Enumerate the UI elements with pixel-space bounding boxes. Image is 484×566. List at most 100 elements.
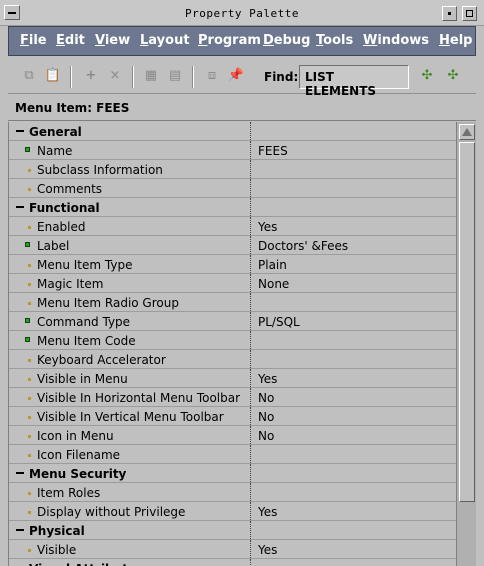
default-property-icon <box>28 416 31 419</box>
property-label: Menu Item Code <box>37 334 136 348</box>
changed-property-icon <box>25 242 30 247</box>
default-property-icon <box>28 302 31 305</box>
property-label: General <box>29 125 82 139</box>
collapse-icon[interactable] <box>16 130 24 132</box>
property-value[interactable]: None <box>258 277 289 291</box>
menu-bar: File Edit View Layout Program Debug Tools Windo… <box>8 26 476 56</box>
menu-label-rest: ools <box>323 33 354 48</box>
property-row[interactable]: Label Doctors' &Fees <box>9 236 456 255</box>
menu-label-rest: ayout <box>148 33 190 48</box>
title-bar: Property Palette <box>0 0 484 26</box>
property-row[interactable]: Enabled Yes <box>9 217 456 236</box>
menu-edit[interactable]: Edit <box>56 33 85 48</box>
property-row[interactable]: Subclass Information <box>9 160 456 179</box>
paste-icon[interactable]: 📋 <box>44 67 62 85</box>
default-property-icon <box>28 454 31 457</box>
delete-icon[interactable]: × <box>106 67 124 85</box>
collapse-icon[interactable] <box>16 529 24 531</box>
property-value[interactable]: PL/SQL <box>258 315 300 329</box>
property-value[interactable]: Yes <box>258 505 277 519</box>
property-row[interactable]: Visible in Menu Yes <box>9 369 456 388</box>
property-row[interactable]: Menu Item Code <box>9 331 456 350</box>
add-icon[interactable]: + <box>82 67 100 85</box>
property-row[interactable]: Visible In Vertical Menu Toolbar No <box>9 407 456 426</box>
changed-property-icon <box>25 318 30 323</box>
intersection-icon[interactable]: ⧈ <box>203 67 221 85</box>
menu-label-rest: iew <box>104 33 131 48</box>
menu-file[interactable]: File <box>20 33 47 48</box>
property-row[interactable]: Keyboard Accelerator <box>9 350 456 369</box>
property-row[interactable]: Comments <box>9 179 456 198</box>
pin-icon[interactable]: 📌 <box>227 67 245 85</box>
property-row[interactable]: Icon in Menu No <box>9 426 456 445</box>
property-value[interactable]: Plain <box>258 258 287 272</box>
default-property-icon <box>28 435 31 438</box>
menu-mnemonic: W <box>363 33 378 48</box>
inherit-icon[interactable]: ▤ <box>166 67 184 85</box>
menu-label-rest: ile <box>28 33 47 48</box>
menu-program[interactable]: Program <box>198 33 261 48</box>
property-row[interactable]: Name FEES <box>9 141 456 160</box>
menu-mnemonic: H <box>439 33 450 48</box>
default-property-icon <box>28 169 31 172</box>
property-value[interactable]: FEES <box>258 144 288 158</box>
default-property-icon <box>28 511 31 514</box>
property-row[interactable]: Display without Privilege Yes <box>9 502 456 521</box>
default-property-icon <box>28 378 31 381</box>
property-row[interactable]: Visible Yes <box>9 540 456 559</box>
property-row[interactable]: Menu Item Radio Group <box>9 293 456 312</box>
property-label: Icon Filename <box>37 448 121 462</box>
default-property-icon <box>28 359 31 362</box>
maximize-icon <box>466 10 473 17</box>
property-row[interactable]: Menu Item Type Plain <box>9 255 456 274</box>
menu-help[interactable]: Help <box>439 33 472 48</box>
collapse-icon[interactable] <box>16 206 24 208</box>
property-label: Enabled <box>37 220 86 234</box>
property-label: Comments <box>37 182 103 196</box>
property-grid: General Name FEES Subclass Information Comme… <box>8 122 456 566</box>
menu-layout[interactable]: Layout <box>140 33 190 48</box>
default-property-icon <box>28 397 31 400</box>
property-value[interactable]: No <box>258 429 274 443</box>
scroll-up-button[interactable] <box>459 124 475 140</box>
property-row[interactable]: Item Roles <box>9 483 456 502</box>
find-input[interactable]: LIST ELEMENTS <box>299 65 409 98</box>
property-class-icon[interactable]: ▦ <box>142 67 160 85</box>
minimize-button[interactable] <box>442 6 457 21</box>
search-forward-icon[interactable]: ✣ <box>418 67 436 85</box>
vertical-scrollbar[interactable] <box>456 122 476 566</box>
property-value[interactable]: No <box>258 410 274 424</box>
category-row[interactable]: Functional <box>9 198 456 217</box>
menu-tools[interactable]: Tools <box>316 33 353 48</box>
property-value[interactable]: Doctors' &Fees <box>258 239 348 253</box>
toolbar-divider <box>192 66 194 88</box>
property-row[interactable]: Visible In Horizontal Menu Toolbar No <box>9 388 456 407</box>
category-row[interactable]: Visual Attributes <box>9 559 456 566</box>
property-value[interactable]: Yes <box>258 220 277 234</box>
menu-debug[interactable]: Debug <box>263 33 310 48</box>
menu-label-rest: dit <box>64 33 85 48</box>
property-row[interactable]: Icon Filename <box>9 445 456 464</box>
search-backward-icon[interactable]: ✣ <box>444 67 462 85</box>
property-row[interactable]: Magic Item None <box>9 274 456 293</box>
property-label: Icon in Menu <box>37 429 114 443</box>
property-label: Menu Item Radio Group <box>37 296 179 310</box>
category-row[interactable]: Physical <box>9 521 456 540</box>
property-value[interactable]: No <box>258 391 274 405</box>
copy-icon[interactable]: ⧉ <box>20 67 38 85</box>
selected-item-label: Menu Item: FEES <box>15 101 130 115</box>
property-row[interactable]: Command Type PL/SQL <box>9 312 456 331</box>
property-value[interactable]: Yes <box>258 543 277 557</box>
maximize-button[interactable] <box>462 6 477 21</box>
menu-mnemonic: F <box>20 33 29 48</box>
toolbar-divider <box>70 66 72 88</box>
property-value[interactable]: Yes <box>258 372 277 386</box>
arrow-up-icon <box>462 128 472 136</box>
menu-windows[interactable]: Windows <box>363 33 429 48</box>
category-row[interactable]: General <box>9 122 456 141</box>
menu-label-rest: rogram <box>207 33 261 48</box>
category-row[interactable]: Menu Security <box>9 464 456 483</box>
menu-view[interactable]: View <box>95 33 130 48</box>
scroll-thumb[interactable] <box>459 142 475 502</box>
collapse-icon[interactable] <box>16 472 24 474</box>
